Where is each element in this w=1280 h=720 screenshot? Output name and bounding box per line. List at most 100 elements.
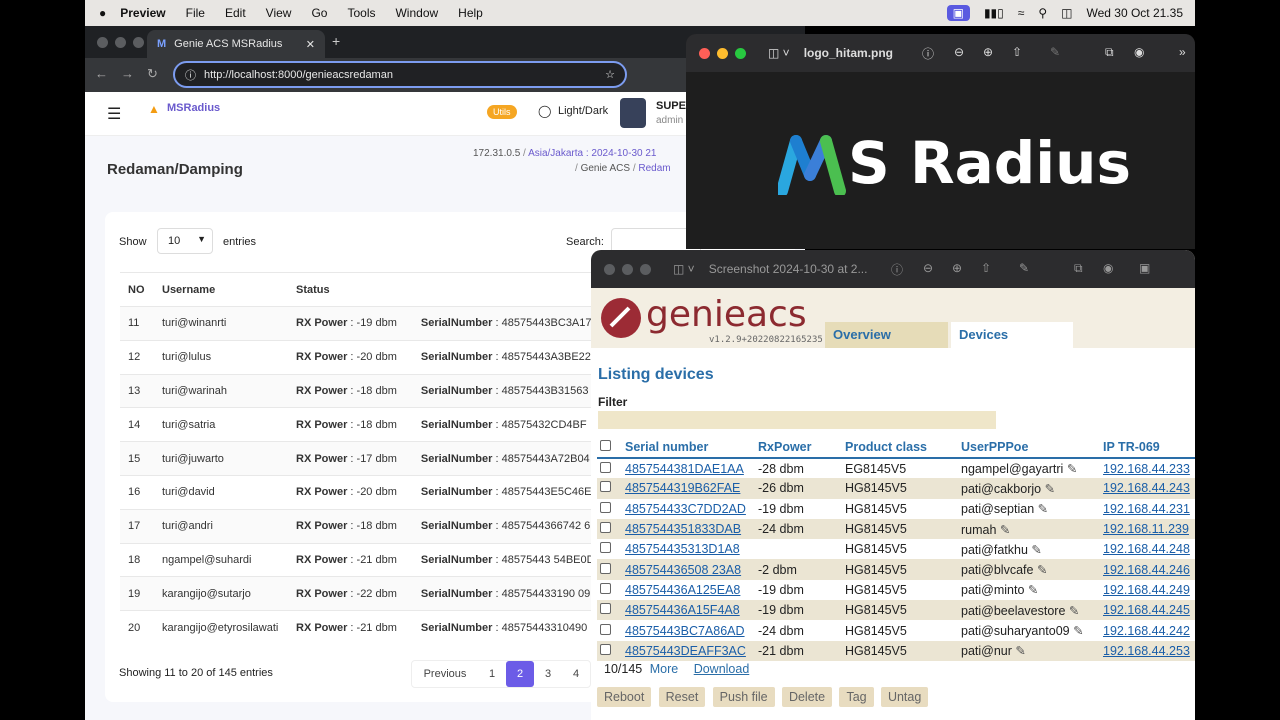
info-icon[interactable]: ⓘ [891, 261, 903, 278]
prev-page-button[interactable]: Previous [412, 661, 478, 687]
edit-pencil-icon[interactable]: ✎ [1000, 523, 1010, 537]
markup-icon[interactable]: ✎ [1050, 45, 1060, 59]
menubar-clock[interactable]: Wed 30 Oct 21.35 [1086, 6, 1183, 20]
device-serial-link[interactable]: 485754436A125EA8 [622, 580, 755, 600]
device-ip-link[interactable]: 192.168.11.239 [1100, 518, 1195, 540]
breadcrumb-redaman[interactable]: Redam [638, 163, 670, 174]
sidebar-toggle-icon[interactable]: ◫ ˅ [768, 46, 790, 60]
push-file-button[interactable]: Push file [712, 687, 775, 707]
sidebar-toggle-icon[interactable]: ◫ ˅ [673, 262, 695, 276]
markup-icon[interactable]: ✎ [1019, 261, 1029, 275]
page-2-button[interactable]: 2 [506, 661, 534, 687]
avatar[interactable] [620, 98, 646, 128]
device-serial-link[interactable]: 4857544351833DAB [622, 518, 755, 540]
device-ip-link[interactable]: 192.168.44.233 [1100, 458, 1195, 478]
menu-file[interactable]: File [186, 6, 205, 20]
tag-button[interactable]: Tag [839, 687, 874, 707]
timezone-link[interactable]: Asia/Jakarta : 2024-10-30 21 [528, 148, 656, 159]
breadcrumb-genieacs[interactable]: Genie ACS [581, 163, 630, 174]
row-checkbox[interactable] [600, 582, 611, 594]
device-serial-link[interactable]: 485754435313D1A8 [622, 539, 755, 559]
more-link[interactable]: More [650, 662, 678, 676]
search-icon[interactable]: ⚲ [1038, 6, 1047, 20]
delete-button[interactable]: Delete [781, 687, 833, 707]
col-ip[interactable]: IP TR-069 [1100, 436, 1195, 459]
brand-name[interactable]: MSRadius [167, 102, 220, 114]
window-controls[interactable] [699, 47, 746, 59]
entries-select[interactable]: 10 ▼ [157, 228, 213, 254]
window-controls[interactable] [604, 263, 651, 275]
menu-app-name[interactable]: Preview [120, 6, 165, 20]
edit-pencil-icon[interactable]: ✎ [1015, 644, 1025, 658]
edit-pencil-icon[interactable]: ✎ [1067, 462, 1077, 476]
row-checkbox[interactable] [600, 603, 611, 615]
reboot-button[interactable]: Reboot [597, 687, 652, 707]
page-3-button[interactable]: 3 [534, 661, 562, 687]
window-controls[interactable] [97, 36, 144, 48]
menu-view[interactable]: View [266, 6, 292, 20]
hamburger-icon[interactable]: ☰ [107, 104, 121, 124]
bookmark-star-icon[interactable]: ☆ [605, 68, 615, 81]
row-checkbox[interactable] [600, 461, 611, 473]
edit-pencil-icon[interactable]: ✎ [1031, 543, 1041, 557]
close-tab-icon[interactable]: ✕ [306, 38, 315, 51]
page-4-button[interactable]: 4 [562, 661, 590, 687]
zoom-out-icon[interactable]: ⊖ [923, 261, 933, 275]
apple-icon[interactable]: ● [99, 6, 106, 20]
theme-toggle[interactable]: Light/Dark [558, 105, 608, 117]
edit-pencil-icon[interactable]: ✎ [1038, 502, 1048, 516]
control-center-icon[interactable]: ◫ [1061, 6, 1072, 20]
battery-icon[interactable]: ▮▮▯ [984, 6, 1004, 20]
page-1-button[interactable]: 1 [478, 661, 506, 687]
row-checkbox[interactable] [600, 481, 611, 493]
row-checkbox[interactable] [600, 542, 611, 554]
wifi-icon[interactable]: ≈ [1018, 6, 1025, 20]
row-checkbox[interactable] [600, 623, 611, 635]
menu-help[interactable]: Help [458, 6, 483, 20]
device-ip-link[interactable]: 192.168.44.231 [1100, 499, 1195, 519]
device-ip-link[interactable]: 192.168.44.249 [1100, 580, 1195, 600]
device-ip-link[interactable]: 192.168.44.243 [1100, 478, 1195, 499]
col-username[interactable]: Username [154, 272, 288, 307]
share-icon[interactable]: ⇧ [1012, 45, 1022, 59]
menu-go[interactable]: Go [311, 6, 327, 20]
edit-pencil-icon[interactable]: ✎ [1073, 624, 1083, 638]
download-link[interactable]: Download [694, 662, 750, 676]
edit-pencil-icon[interactable]: ✎ [1037, 563, 1047, 577]
crop-icon[interactable]: ▣ [1139, 261, 1150, 275]
device-ip-link[interactable]: 192.168.44.253 [1100, 640, 1195, 661]
rotate-icon[interactable]: ⧉ [1105, 45, 1114, 60]
device-serial-link[interactable]: 48575443DEAFF3AC [622, 640, 755, 661]
device-serial-link[interactable]: 485754436A15F4A8 [622, 600, 755, 621]
col-rxpower[interactable]: RxPower [755, 436, 842, 459]
col-userpppoe[interactable]: UserPPPoe [958, 436, 1100, 459]
row-checkbox[interactable] [600, 562, 611, 574]
reload-icon[interactable]: ↻ [147, 66, 158, 82]
filter-input[interactable] [598, 411, 996, 429]
annotate-icon[interactable]: ◉ [1134, 45, 1144, 59]
reset-button[interactable]: Reset [658, 687, 706, 707]
row-checkbox[interactable] [600, 522, 611, 534]
col-product-class[interactable]: Product class [842, 436, 958, 459]
edit-pencil-icon[interactable]: ✎ [1069, 604, 1079, 618]
col-no[interactable]: NO [120, 272, 154, 307]
forward-icon[interactable]: → [121, 66, 134, 81]
edit-pencil-icon[interactable]: ✎ [1028, 583, 1038, 597]
zoom-in-icon[interactable]: ⊕ [983, 45, 993, 59]
menu-edit[interactable]: Edit [225, 6, 246, 20]
new-tab-icon[interactable]: + [332, 33, 340, 49]
select-all-checkbox[interactable] [600, 439, 611, 451]
device-ip-link[interactable]: 192.168.44.246 [1100, 559, 1195, 580]
device-serial-link[interactable]: 485754433C7DD2AD [622, 499, 755, 519]
back-icon[interactable]: ← [95, 66, 108, 81]
col-serial[interactable]: Serial number [622, 436, 755, 459]
nav-devices[interactable]: Devices [951, 322, 1073, 348]
edit-pencil-icon[interactable]: ✎ [1045, 482, 1055, 496]
utils-badge[interactable]: Utils [487, 105, 517, 119]
browser-tab[interactable]: M Genie ACS MSRadius ✕ [147, 30, 325, 58]
device-ip-link[interactable]: 192.168.44.245 [1100, 600, 1195, 621]
zoom-in-icon[interactable]: ⊕ [952, 261, 962, 275]
device-serial-link[interactable]: 485754436508 23A8 [622, 559, 755, 580]
nav-overview[interactable]: Overview [825, 322, 948, 348]
device-serial-link[interactable]: 48575443BC7A86AD [622, 620, 755, 640]
